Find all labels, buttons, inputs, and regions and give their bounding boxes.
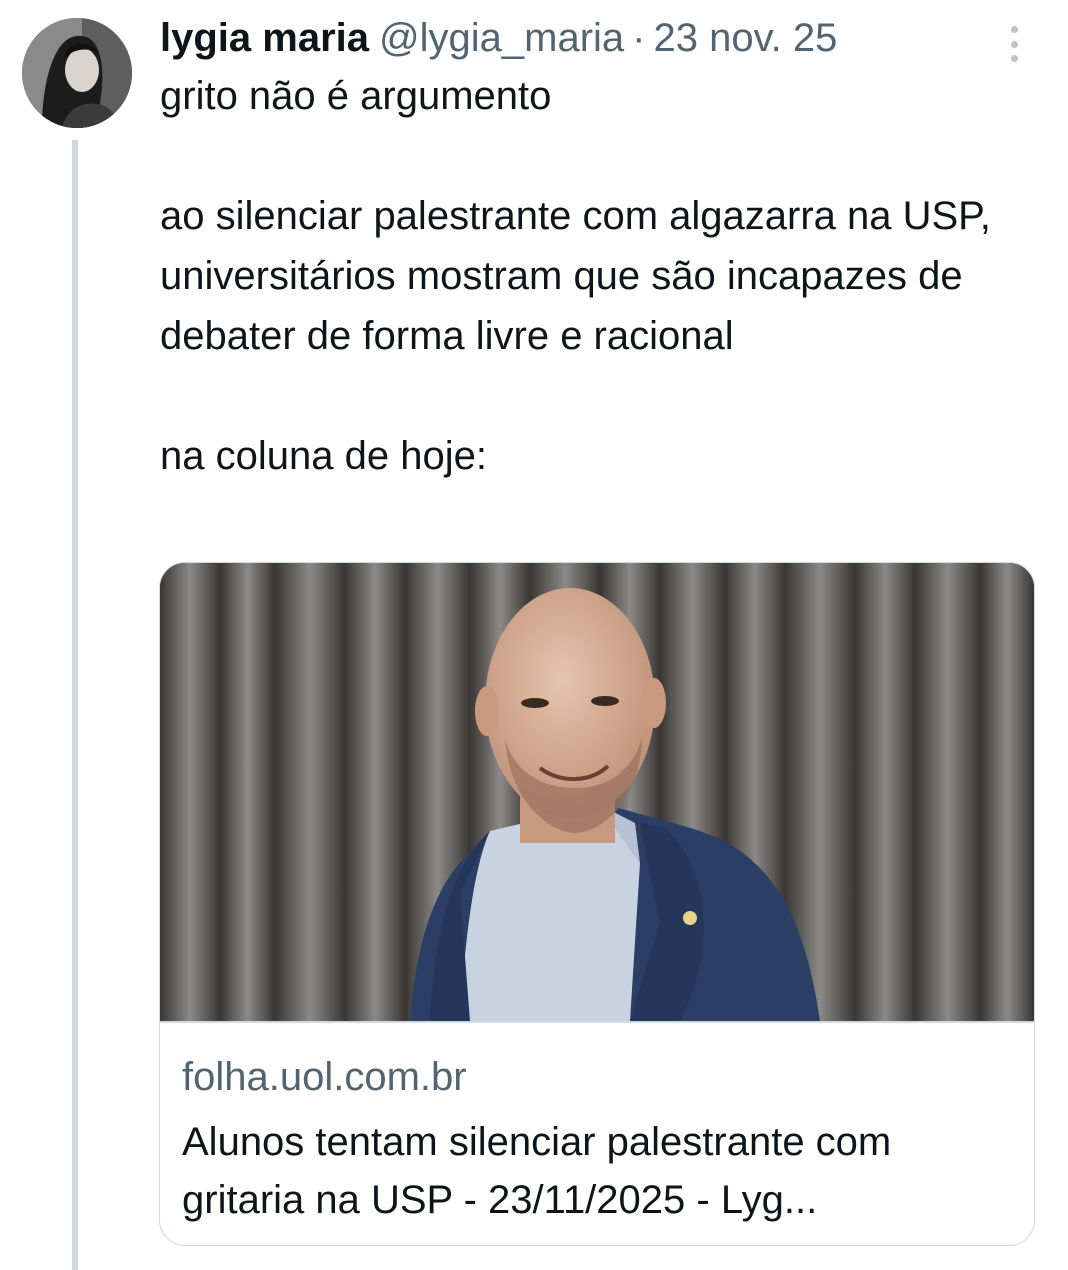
card-title: Alunos tentam silenciar palestrante com … bbox=[182, 1120, 892, 1222]
card-divider bbox=[160, 1021, 1034, 1023]
header-separator: · bbox=[632, 16, 646, 60]
card-domain: folha.uol.com.br bbox=[182, 1055, 467, 1099]
card-image bbox=[160, 563, 1034, 1021]
more-vertical-icon bbox=[1010, 26, 1018, 33]
tweet-text-line: na coluna de hoje: bbox=[160, 434, 487, 478]
tweet-date[interactable]: 23 nov. 25 bbox=[653, 14, 837, 62]
tweet-text-line: grito não é argumento bbox=[160, 74, 552, 118]
author-name[interactable]: lygia maria bbox=[160, 14, 369, 62]
tweet-text-line: ao silenciar palestrante com algazarra n… bbox=[160, 194, 991, 358]
avatar-photo bbox=[22, 18, 132, 128]
link-preview-card[interactable]: folha.uol.com.br Alunos tentam silenciar… bbox=[159, 562, 1035, 1246]
tweet-text: grito não é argumento ao silenciar pales… bbox=[160, 66, 1040, 486]
avatar[interactable] bbox=[22, 18, 132, 128]
author-handle[interactable]: @lygia_maria bbox=[379, 14, 624, 62]
thread-line bbox=[72, 140, 78, 1270]
tweet-header: lygia maria @lygia_maria · 23 nov. 25 bbox=[160, 14, 837, 62]
more-options-button[interactable] bbox=[1000, 26, 1028, 62]
